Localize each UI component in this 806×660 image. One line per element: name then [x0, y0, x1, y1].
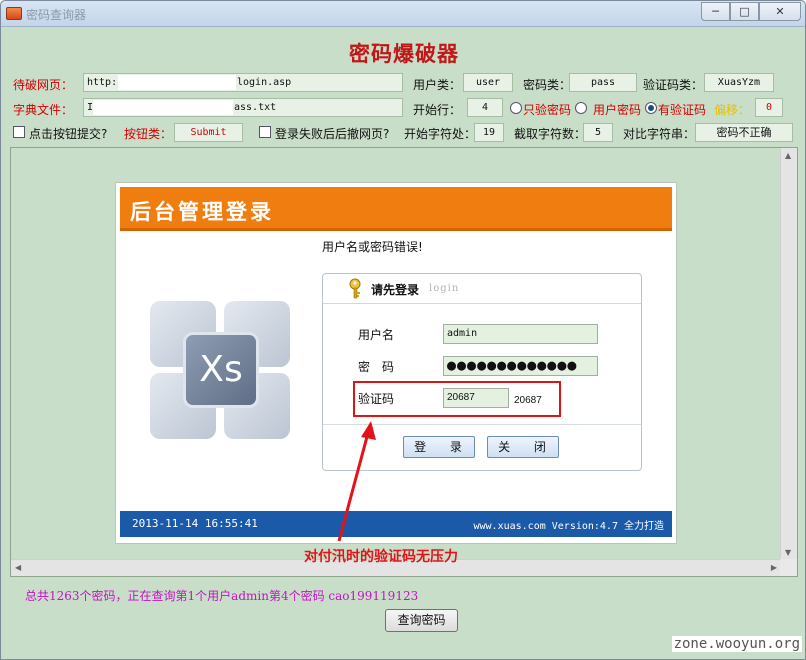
cut-len-input[interactable]: 5: [583, 123, 613, 142]
password-input[interactable]: ●●●●●●●●●●●●●: [443, 356, 598, 376]
logo-mark: Xs: [183, 332, 259, 408]
login-box-subtitle: login: [429, 283, 460, 294]
scroll-right-icon[interactable]: ▶: [771, 563, 777, 572]
mode-with-captcha-radio[interactable]: [645, 102, 657, 114]
mode-with-captcha-label[interactable]: 有验证码: [658, 101, 706, 118]
captcha-label: 验证码: [358, 392, 395, 406]
xs-logo: Xs: [150, 301, 300, 451]
login-button[interactable]: 登 录: [403, 436, 475, 458]
watermark: zone.wooyun.org: [671, 636, 802, 652]
window-title: 密码查询器: [26, 8, 87, 22]
window-controls: ─ □ ✕: [701, 2, 801, 21]
close-login-button[interactable]: 关 闭: [487, 436, 559, 458]
offset-input[interactable]: 0: [755, 98, 783, 117]
captcha-field-input[interactable]: XuasYzm: [704, 73, 774, 92]
username-input[interactable]: admin: [443, 324, 598, 344]
button-type-label: 按钮类：: [124, 127, 173, 141]
embedded-login-page: 后台管理登录 用户名或密码错误! Xs 请先登录 login 用户名 admin…: [115, 182, 677, 544]
login-error-message: 用户名或密码错误!: [322, 240, 423, 254]
captcha-image: 20687: [514, 395, 542, 406]
password-label: 密 码: [358, 360, 395, 374]
scroll-down-icon[interactable]: ▼: [785, 548, 791, 557]
target-url-prefix: http:: [87, 77, 118, 88]
redacted-mask: [118, 75, 236, 90]
mode-only-captcha-radio[interactable]: [510, 102, 522, 114]
title-bar[interactable]: 密码查询器 ─ □ ✕: [1, 1, 805, 27]
start-line-input[interactable]: 4: [467, 98, 503, 117]
login-page-header: 后台管理登录: [120, 187, 672, 231]
maximize-button[interactable]: □: [730, 2, 759, 21]
button-type-input[interactable]: Submit: [174, 123, 243, 142]
user-field-input[interactable]: user: [463, 73, 513, 92]
app-heading: 密码爆破器: [349, 42, 459, 66]
minimize-button[interactable]: ─: [701, 2, 730, 21]
target-url-input[interactable]: http: login.asp: [83, 73, 403, 92]
captcha-field-label: 验证码类：: [643, 78, 704, 92]
login-page-footer: 2013-11-14 16:55:41 www.xuas.com Version…: [120, 511, 672, 537]
dict-file-suffix: ass.txt: [234, 102, 277, 113]
login-box: 请先登录 login 用户名 admin 密 码 ●●●●●●●●●●●●● 验…: [322, 273, 642, 471]
app-window: 密码查询器 ─ □ ✕ 密码爆破器 待破网页： http: login.asp …: [0, 0, 806, 660]
retry-page-label[interactable]: 登录失败后后撤网页?: [275, 125, 389, 142]
mode-user-pass-label[interactable]: 用户密码: [593, 101, 641, 118]
scroll-corner: [780, 559, 797, 576]
status-line: 总共1263个密码，正在查询第1个用户admin第4个密码 cao1991191…: [25, 589, 419, 603]
click-submit-label[interactable]: 点击按钮提交?: [29, 125, 107, 142]
key-icon: [349, 278, 361, 299]
mode-only-captcha-label[interactable]: 只验密码: [523, 101, 571, 118]
click-submit-checkbox[interactable]: [13, 126, 25, 138]
target-url-label: 待破网页：: [13, 78, 74, 92]
user-field-label: 用户类：: [413, 78, 462, 92]
compare-label: 对比字符串：: [623, 127, 696, 141]
offset-label: 偏移：: [714, 103, 751, 117]
username-label: 用户名: [358, 328, 395, 342]
footer-version: www.xuas.com Version:4.7 全力打造: [473, 521, 664, 532]
query-password-button[interactable]: 查询密码: [385, 609, 458, 632]
login-page-title: 后台管理登录: [130, 200, 274, 224]
scroll-left-icon[interactable]: ◀: [15, 563, 21, 572]
pass-field-input[interactable]: pass: [569, 73, 637, 92]
redacted-mask: [93, 100, 233, 115]
mode-user-pass-radio[interactable]: [575, 102, 587, 114]
pass-field-label: 密码类：: [523, 78, 572, 92]
captcha-input[interactable]: 20687: [443, 388, 509, 408]
login-box-header: 请先登录 login: [323, 274, 641, 304]
scroll-up-icon[interactable]: ▲: [785, 151, 791, 160]
cut-len-label: 截取字符数：: [514, 127, 587, 141]
start-char-label: 开始字符处：: [404, 127, 477, 141]
target-url-suffix: login.asp: [237, 77, 292, 88]
start-char-input[interactable]: 19: [474, 123, 504, 142]
compare-input[interactable]: 密码不正确: [695, 123, 793, 142]
dict-file-label: 字典文件：: [13, 103, 74, 117]
footer-datetime: 2013-11-14 16:55:41: [132, 517, 258, 530]
dict-file-input[interactable]: I ass.txt: [83, 98, 403, 117]
annotation-text: 对付汛时的验证码无压力: [304, 549, 458, 565]
login-box-title: 请先登录: [371, 283, 420, 297]
app-icon: [6, 7, 22, 20]
close-button[interactable]: ✕: [759, 2, 801, 21]
retry-page-checkbox[interactable]: [259, 126, 271, 138]
login-box-divider: [323, 424, 641, 425]
start-line-label: 开始行：: [413, 103, 462, 117]
vertical-scrollbar[interactable]: ▲ ▼: [780, 148, 797, 560]
